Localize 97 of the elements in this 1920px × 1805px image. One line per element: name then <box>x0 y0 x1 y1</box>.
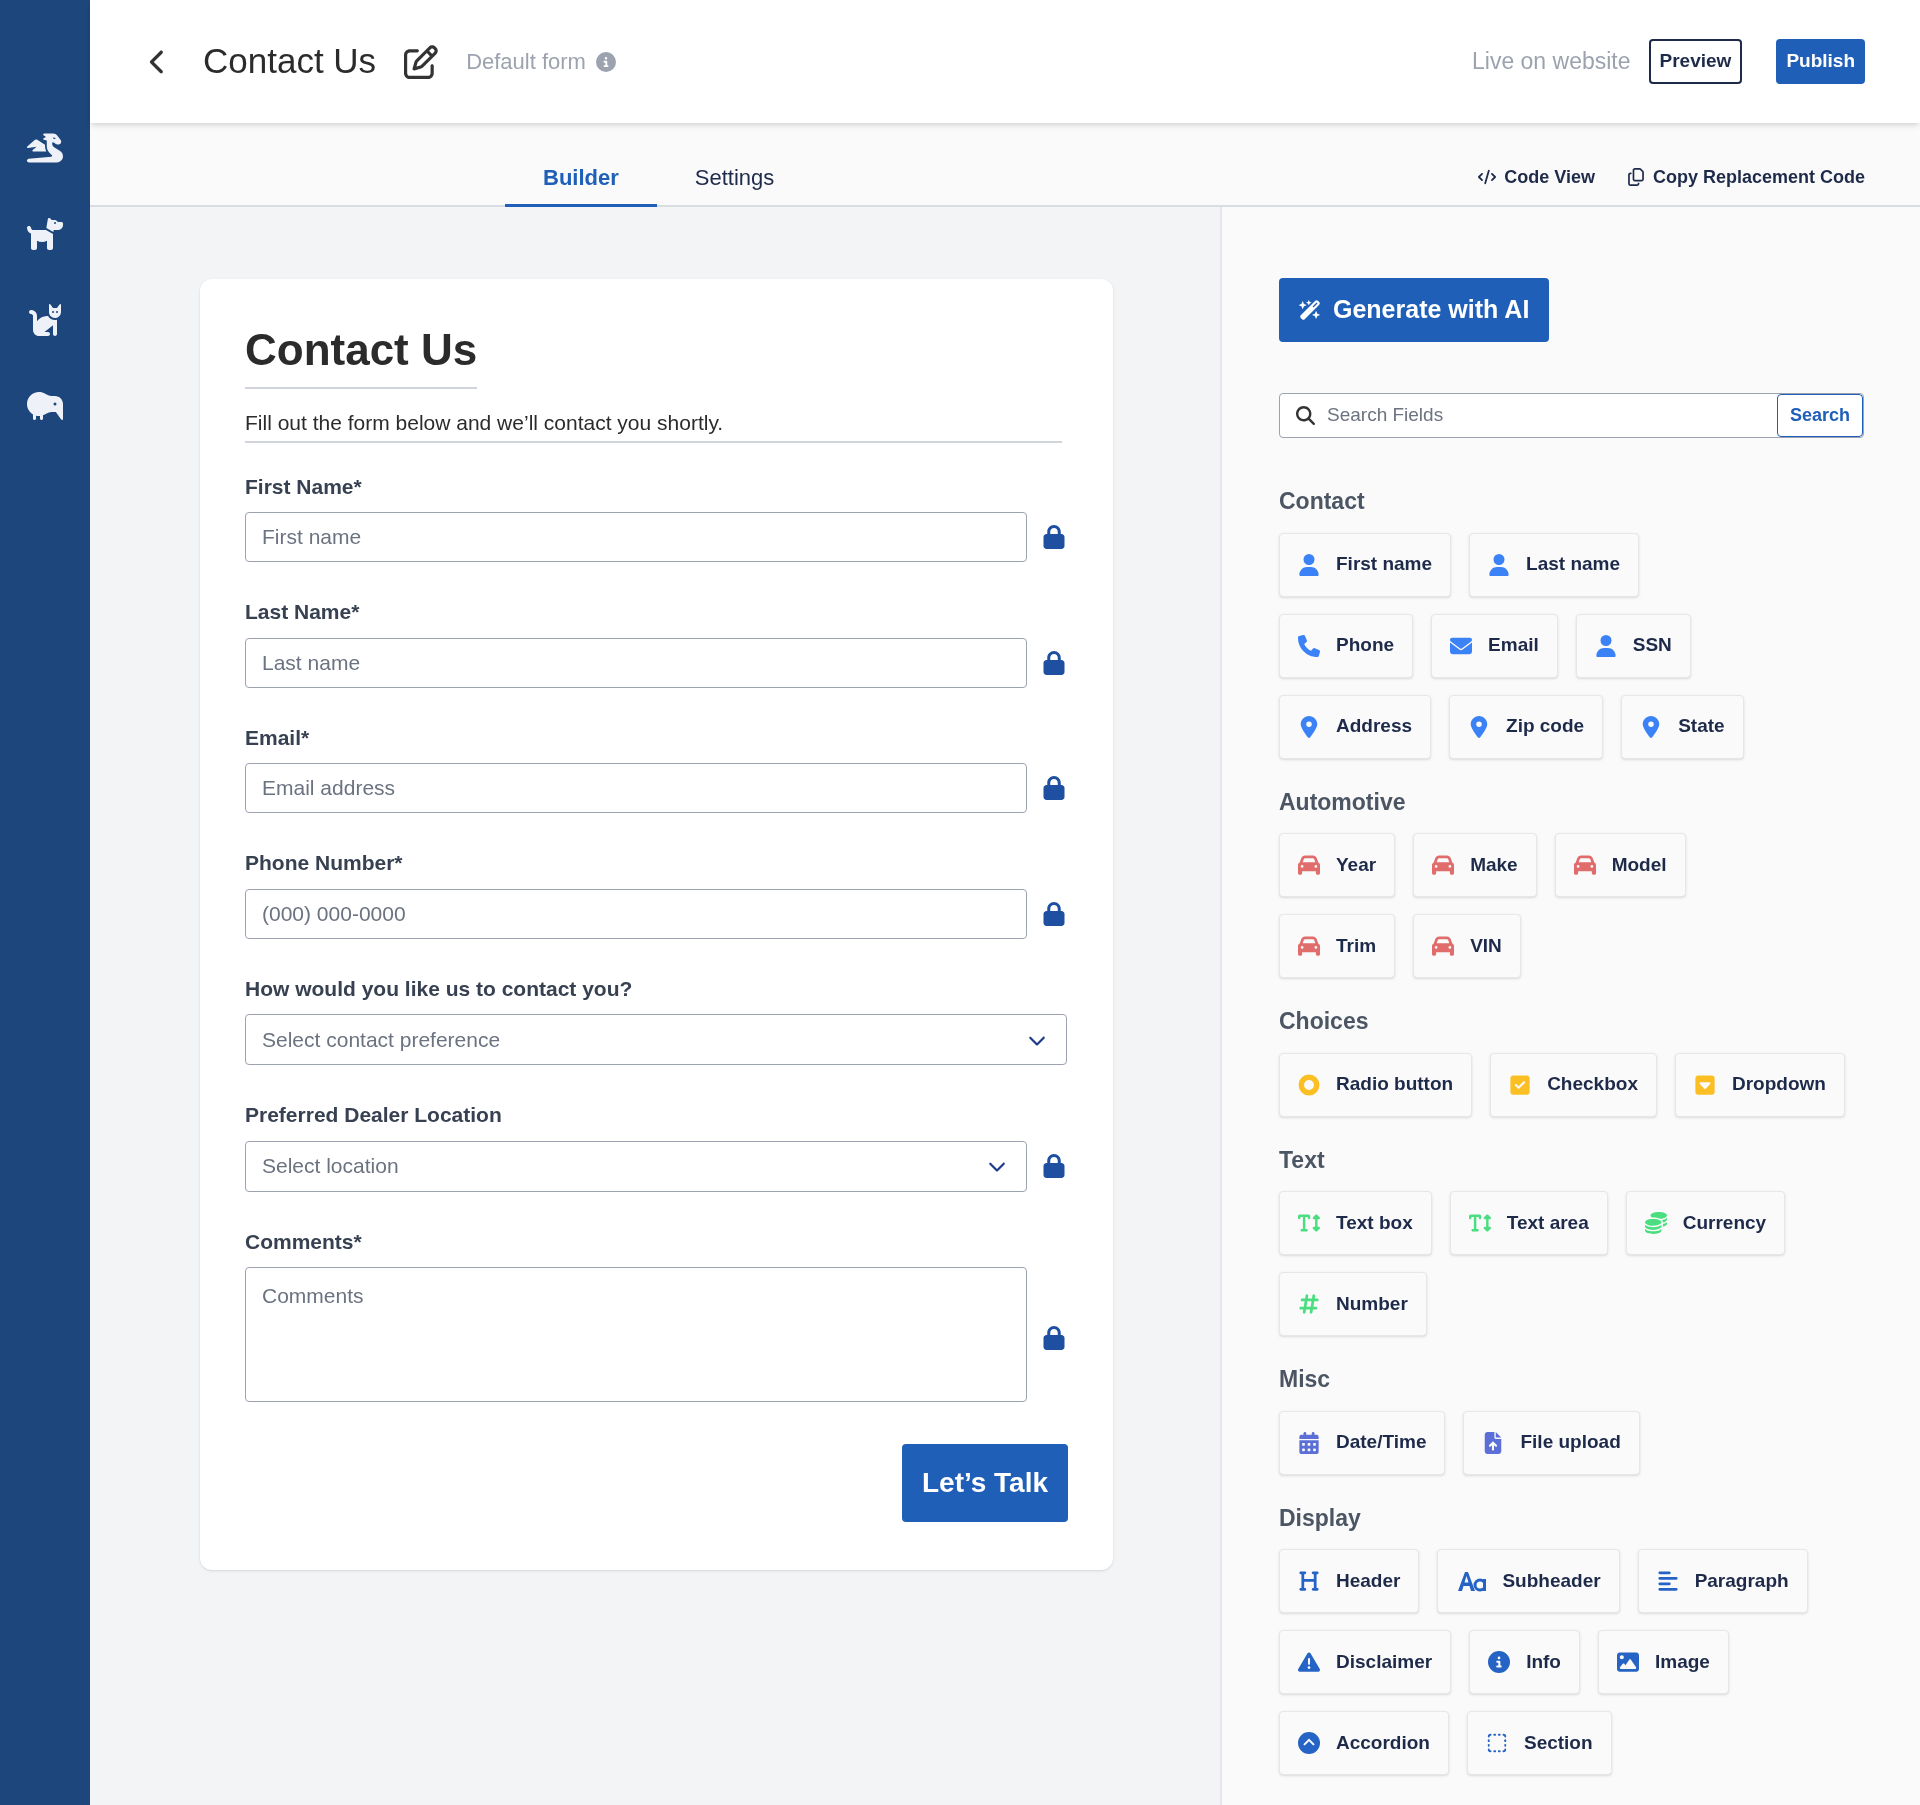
text-input[interactable]: Email address <box>245 763 1027 813</box>
dog-icon[interactable] <box>27 216 63 252</box>
field-chip[interactable]: VIN <box>1413 914 1521 978</box>
comments-textarea[interactable]: Comments <box>245 1267 1027 1402</box>
radio-icon <box>1298 1073 1320 1096</box>
field-chip[interactable]: Email <box>1431 613 1558 678</box>
group-heading: Automotive <box>1279 787 1407 817</box>
group-heading: Display <box>1279 1503 1362 1533</box>
select-dropdown[interactable]: Select location <box>245 1140 1027 1192</box>
person-icon <box>1594 634 1617 657</box>
field-label: Phone Number* <box>245 850 404 876</box>
field-chip[interactable]: Phone <box>1279 613 1414 678</box>
field-chip[interactable]: Image <box>1597 1630 1729 1694</box>
person-icon <box>1298 553 1320 576</box>
field-chip[interactable]: Accordion <box>1279 1711 1449 1775</box>
field-chip[interactable]: Checkbox <box>1490 1052 1657 1117</box>
field-chip[interactable]: Number <box>1279 1272 1427 1336</box>
status-text: Live on website <box>1472 47 1631 77</box>
field-label: Last Name* <box>245 599 361 625</box>
section-icon <box>1485 1732 1508 1754</box>
search-button[interactable]: Search <box>1776 394 1863 437</box>
hashtag-icon <box>1298 1293 1320 1315</box>
field-chip[interactable]: Address <box>1279 694 1432 759</box>
cat-icon[interactable] <box>27 302 63 338</box>
field-chip[interactable]: File upload <box>1463 1410 1640 1475</box>
generate-ai-button[interactable]: Generate with AI <box>1279 278 1550 342</box>
font-icon <box>1456 1570 1487 1592</box>
copy-icon <box>1626 168 1645 186</box>
field-chip[interactable]: Disclaimer <box>1279 1630 1452 1694</box>
field-chip[interactable]: Header <box>1279 1549 1420 1613</box>
text-input[interactable]: First name <box>245 512 1027 562</box>
code-view-link[interactable]: Code View <box>1478 163 1595 191</box>
text-size-icon <box>1298 1212 1320 1234</box>
field-chip[interactable]: Text box <box>1279 1191 1432 1255</box>
edit-icon[interactable] <box>404 44 439 79</box>
field-chip[interactable]: Currency <box>1625 1191 1786 1255</box>
code-icon <box>1478 168 1497 186</box>
location-pin-icon <box>1298 715 1320 738</box>
select-dropdown[interactable]: Select contact preference <box>245 1014 1067 1065</box>
submit-button[interactable]: Let’s Talk <box>901 1444 1068 1522</box>
coins-icon <box>1644 1212 1667 1234</box>
field-chip[interactable]: Model <box>1554 833 1686 897</box>
warning-icon <box>1298 1651 1320 1673</box>
image-icon <box>1616 1651 1639 1673</box>
group-heading: Choices <box>1279 1007 1370 1036</box>
tab[interactable]: Settings <box>656 151 813 207</box>
preview-button[interactable]: Preview <box>1648 39 1743 84</box>
group-heading: Misc <box>1279 1365 1332 1394</box>
heading-icon <box>1298 1570 1320 1592</box>
form-subtitle: Default form <box>466 48 586 76</box>
field-chip[interactable]: State <box>1621 694 1744 759</box>
phone-icon <box>1298 634 1320 657</box>
field-chip[interactable]: Year <box>1279 833 1396 897</box>
field-chip[interactable]: Date/Time <box>1279 1410 1446 1475</box>
field-chip[interactable]: Section <box>1466 1711 1612 1775</box>
search-field[interactable]: Search Fields Search <box>1279 393 1864 438</box>
field-chip[interactable]: Paragraph <box>1637 1549 1808 1613</box>
paragraph-icon <box>1656 1570 1679 1592</box>
field-chip[interactable]: SSN <box>1575 613 1691 678</box>
field-chip[interactable]: Dropdown <box>1674 1052 1845 1117</box>
text-input[interactable]: (000) 000-0000 <box>245 888 1027 939</box>
field-chip[interactable]: Info <box>1469 1630 1580 1694</box>
search-icon <box>1296 406 1315 425</box>
field-chip[interactable]: Make <box>1413 833 1537 897</box>
field-chip[interactable]: Subheader <box>1437 1549 1620 1613</box>
field-label: Preferred Dealer Location <box>245 1102 503 1128</box>
text-input[interactable]: Last name <box>245 637 1027 688</box>
group-heading: Text <box>1279 1145 1326 1175</box>
field-label: Email* <box>245 724 311 751</box>
copy-code-link[interactable]: Copy Replacement Code <box>1626 163 1865 191</box>
publish-button[interactable]: Publish <box>1776 39 1865 84</box>
person-icon <box>1488 553 1511 576</box>
field-chip[interactable]: Trim <box>1279 914 1396 978</box>
page-title: Contact Us <box>203 40 377 83</box>
checkbox-icon <box>1509 1073 1532 1096</box>
car-icon <box>1573 854 1596 876</box>
car-icon <box>1298 854 1320 876</box>
car-icon <box>1432 935 1455 957</box>
field-label: First Name* <box>245 473 363 500</box>
field-chip[interactable]: Text area <box>1449 1191 1608 1255</box>
info-icon <box>1488 1651 1511 1673</box>
accordion-icon <box>1298 1732 1320 1754</box>
field-label: How would you like us to contact you? <box>245 975 634 1002</box>
calendar-icon <box>1298 1431 1320 1454</box>
field-chip[interactable]: Zip code <box>1449 694 1604 759</box>
group-heading: Contact <box>1279 487 1366 516</box>
field-label: Comments* <box>245 1228 363 1255</box>
car-icon <box>1432 854 1455 876</box>
car-icon <box>1298 935 1320 957</box>
field-chip[interactable]: First name <box>1279 532 1452 597</box>
field-chip[interactable]: Last name <box>1469 532 1640 597</box>
dropdown-icon <box>1693 1073 1716 1096</box>
form-title: Contact Us <box>245 317 478 389</box>
form-description: Fill out the form below and we’ll contact you shortly. <box>245 407 1062 443</box>
text-size-icon <box>1468 1212 1491 1234</box>
field-chip[interactable]: Radio button <box>1279 1052 1473 1117</box>
tab[interactable]: Builder <box>505 151 657 207</box>
